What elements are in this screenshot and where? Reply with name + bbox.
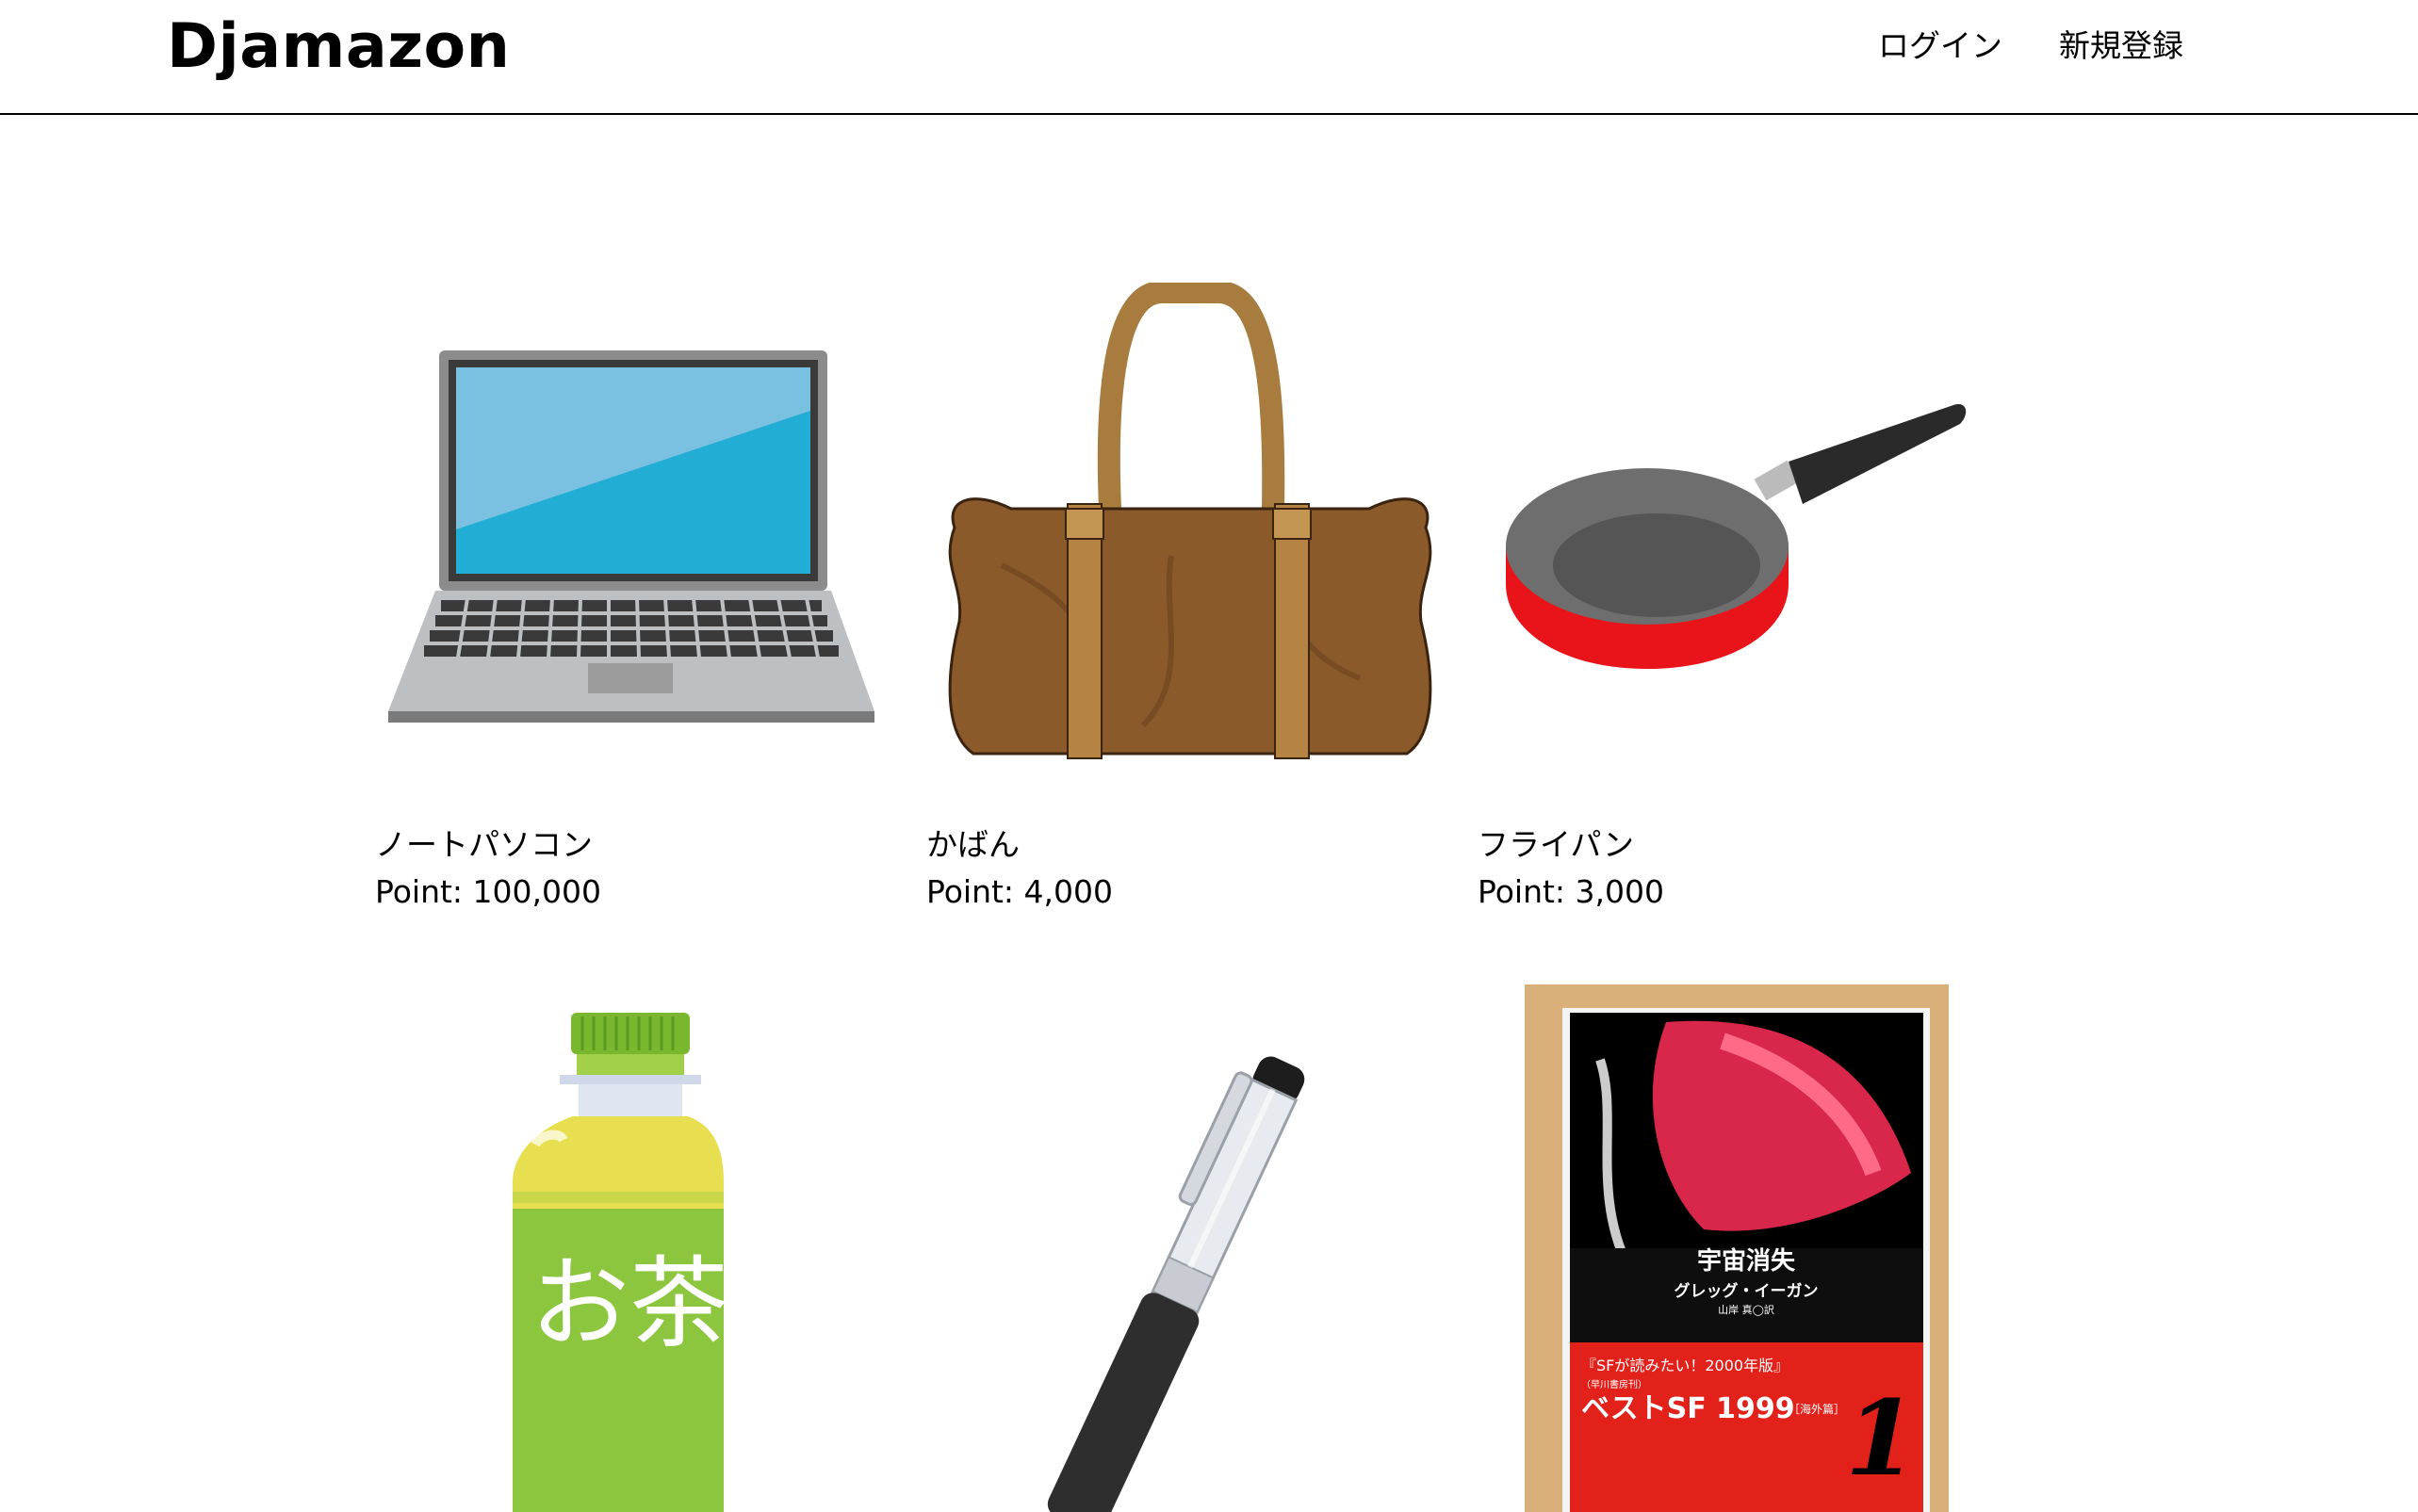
green-tea-bottle-icon[interactable]: お茶 xyxy=(375,984,903,1512)
pen-icon[interactable] xyxy=(926,984,1454,1512)
product-grid: ノートパソコン Point: 100,000 かばん Point: 4,000 xyxy=(0,0,2418,1512)
laptop-icon[interactable] xyxy=(375,283,903,810)
product-price: Point: 4,000 xyxy=(926,873,1114,910)
book-icon[interactable]: 宇宙消失 グレッグ・イーガン 山岸 真◯訳 『SFが読みたい！2000年版』 （… xyxy=(1478,984,2005,1512)
frying-pan-icon[interactable] xyxy=(1478,283,2005,810)
book-title: 宇宙消失 xyxy=(1697,1246,1796,1276)
product-price: Point: 3,000 xyxy=(1478,873,1665,910)
product-price: Point: 100,000 xyxy=(375,873,602,910)
book-band-line3: ベストSF 1999 xyxy=(1581,1392,1795,1425)
tea-label-text: お茶 xyxy=(531,1246,728,1361)
product-name[interactable]: かばん xyxy=(926,821,1020,869)
product-name[interactable]: フライパン xyxy=(1478,821,1634,869)
book-translator: 山岸 真◯訳 xyxy=(1718,1303,1774,1316)
book-band-number: 1 xyxy=(1845,1377,1918,1499)
book-author: グレッグ・イーガン xyxy=(1675,1281,1819,1301)
bag-icon[interactable] xyxy=(926,283,1454,810)
product-name[interactable]: ノートパソコン xyxy=(375,821,593,869)
book-band-line2: （早川書房刊） xyxy=(1581,1378,1647,1390)
book-band-line1: 『SFが読みたい！2000年版』 xyxy=(1581,1357,1789,1374)
book-band-line3b: ［海外篇］ xyxy=(1789,1402,1845,1416)
